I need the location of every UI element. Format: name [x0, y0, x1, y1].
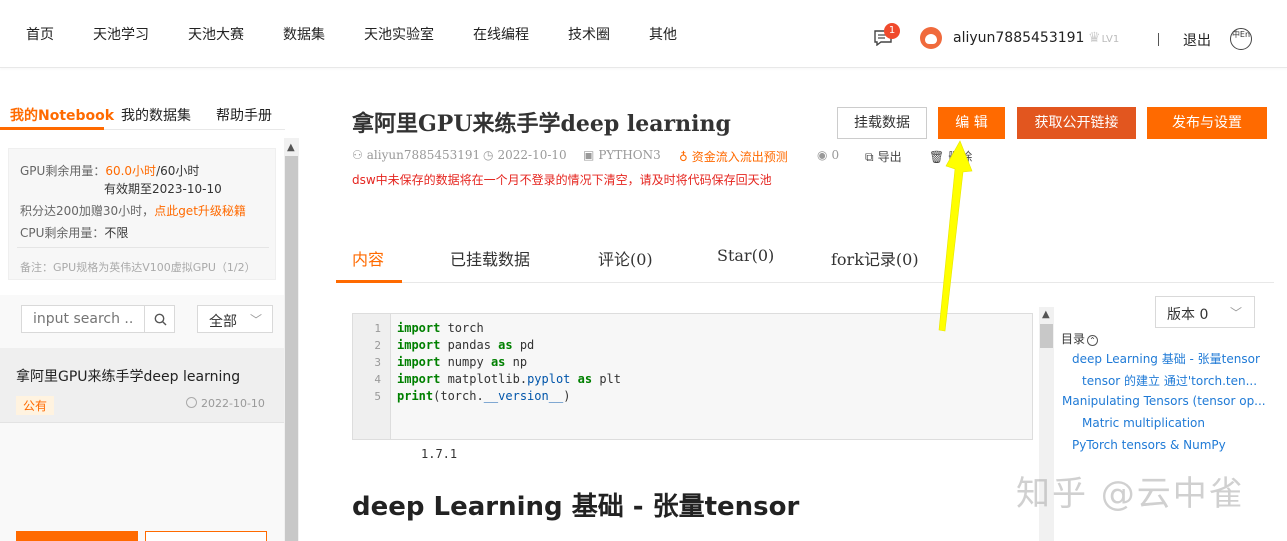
edit-button[interactable]: 编 辑 — [938, 107, 1005, 139]
scroll-up-icon[interactable]: ▲ — [1042, 309, 1050, 320]
trophy-icon: ♁ — [679, 150, 688, 164]
tab-content[interactable]: 内容 — [352, 246, 384, 270]
line-number: 1 — [374, 322, 381, 335]
sidebar-primary-button[interactable] — [16, 531, 138, 541]
nav-online-coding[interactable]: 在线编程 — [473, 24, 529, 44]
meta-competition-tag[interactable]: ♁ 资金流入流出预测 — [679, 148, 788, 165]
gpu-note: 备注：GPU规格为英伟达V100虚拟GPU（1/2） — [20, 261, 256, 274]
publish-settings-button[interactable]: 发布与设置 — [1147, 107, 1267, 139]
code-line[interactable]: print(torch.__version__) — [397, 389, 570, 403]
search-icon — [154, 313, 167, 326]
eye-icon: ◉ — [817, 148, 828, 162]
sidebar-tabs: 我的Notebook 我的数据集 帮助手册 — [0, 100, 285, 130]
clock-icon: ◷ — [483, 148, 494, 162]
gpu-expiry: 有效期至2023-10-10 — [104, 182, 222, 196]
top-navigation-bar: 首页 天池学习 天池大赛 数据集 天池实验室 在线编程 技术圈 其他 1 ali… — [0, 0, 1287, 68]
meta-date: ◷ 2022-10-10 — [483, 148, 567, 162]
username[interactable]: aliyun7885453191 — [953, 30, 1084, 46]
code-line[interactable]: import pandas as pd — [397, 338, 534, 352]
scrollbar-thumb[interactable] — [285, 156, 298, 541]
tab-mounted-data[interactable]: 已挂载数据 — [450, 246, 530, 270]
toc-item[interactable]: PyTorch tensors & NumPy — [1072, 438, 1226, 452]
collapse-icon[interactable]: ⌃ — [1087, 335, 1099, 346]
language-switch-icon[interactable]: 中En — [1230, 28, 1252, 50]
gpu-quota-panel: GPU剩余用量：60.0小时/60小时 有效期至2023-10-10 积分达20… — [8, 148, 276, 280]
sidebar-scrollbar[interactable]: ▲ — [284, 138, 299, 541]
unsaved-data-warning: dsw中未保存的数据将在一个月不登录的情况下清空，请及时将代码保存回天池 — [352, 173, 772, 187]
markdown-heading: deep Learning 基础 - 张量tensor — [352, 492, 800, 522]
avatar[interactable] — [920, 27, 942, 49]
notebook-tabs: 内容 已挂载数据 评论(0) Star(0) fork记录(0) — [336, 240, 1274, 283]
mount-data-button[interactable]: 挂载数据 — [837, 107, 927, 139]
line-number: 3 — [374, 356, 381, 369]
crown-icon: ♛ — [1088, 30, 1101, 46]
nav-other[interactable]: 其他 — [649, 24, 677, 44]
search-button[interactable] — [144, 305, 175, 333]
gpu-usage: GPU剩余用量：60.0小时/60小时 — [20, 164, 200, 178]
sidebar-secondary-button[interactable] — [145, 531, 267, 541]
tab-help-manual[interactable]: 帮助手册 — [216, 105, 272, 125]
nav-tianchi-learning[interactable]: 天池学习 — [93, 24, 149, 44]
logout-link[interactable]: 退出 — [1183, 30, 1211, 50]
cpu-usage: CPU剩余用量：不限 — [20, 226, 129, 240]
tab-fork-history[interactable]: fork记录(0) — [831, 246, 919, 270]
chevron-down-icon: ﹀ — [249, 313, 262, 327]
main-nav: 首页 天池学习 天池大赛 数据集 天池实验室 在线编程 技术圈 其他 — [26, 0, 677, 68]
delete-link[interactable]: 🗑 删除 — [929, 148, 972, 165]
line-number: 5 — [374, 390, 381, 403]
version-select[interactable]: 版本 0 ﹀ — [1155, 296, 1255, 328]
watermark: 知乎 @云中雀 — [1016, 474, 1245, 514]
panel-divider — [17, 247, 269, 248]
code-line[interactable]: import torch — [397, 321, 484, 335]
message-count-badge: 1 — [884, 23, 900, 39]
nav-tianchi-competition[interactable]: 天池大赛 — [188, 24, 244, 44]
notebook-item-date: 2022-10-10 — [186, 397, 265, 410]
active-tab-indicator — [0, 127, 104, 130]
meta-views: ◉ 0 — [817, 148, 840, 162]
nav-datasets[interactable]: 数据集 — [283, 24, 325, 44]
scrollbar-thumb[interactable] — [1040, 324, 1053, 348]
code-cell[interactable]: 1 2 3 4 5 import torch import pandas as pd imp… — [352, 313, 1033, 440]
export-icon: ⧉ — [865, 150, 874, 164]
export-link[interactable]: ⧉ 导出 — [865, 148, 902, 165]
toc-title[interactable]: 目录 ⌃ — [1061, 330, 1099, 347]
line-number: 4 — [374, 373, 381, 386]
nav-divider — [1158, 33, 1159, 46]
active-tab-indicator — [336, 280, 402, 283]
toc-item[interactable]: Matric multiplication — [1082, 416, 1205, 430]
upgrade-link[interactable]: 点此get升级秘籍 — [154, 204, 246, 218]
search-input[interactable] — [21, 305, 145, 333]
notebook-list-item[interactable]: 拿阿里GPU来练手学deep learning 公有 2022-10-10 — [0, 348, 284, 423]
nav-tianchi-lab[interactable]: 天池实验室 — [364, 24, 434, 44]
tab-my-datasets[interactable]: 我的数据集 — [121, 105, 191, 125]
tab-comments[interactable]: 评论(0) — [598, 246, 653, 270]
notebook-item-title[interactable]: 拿阿里GPU来练手学deep learning — [16, 366, 240, 386]
points-bonus: 积分达200加赠30小时，点此get升级秘籍 — [20, 204, 246, 218]
tab-star[interactable]: Star(0) — [717, 246, 774, 265]
meta-author: ⚇ aliyun7885453191 — [352, 148, 481, 162]
code-icon: ▣ — [583, 148, 595, 162]
toc-item[interactable]: tensor 的建立 通过'torch.ten... — [1082, 372, 1257, 389]
trash-icon: 🗑 — [929, 150, 945, 164]
meta-kernel: ▣ PYTHON3 — [583, 148, 661, 162]
public-badge: 公有 — [16, 396, 55, 415]
code-line[interactable]: import numpy as np — [397, 355, 527, 369]
notebook-title: 拿阿里GPU来练手学deep learning — [352, 111, 731, 137]
toc-item[interactable]: deep Learning 基础 - 张量tensor — [1072, 350, 1260, 367]
tab-my-notebook[interactable]: 我的Notebook — [10, 105, 114, 125]
user-icon: ⚇ — [352, 148, 363, 162]
scroll-up-icon[interactable]: ▲ — [287, 142, 295, 153]
line-number-gutter: 1 2 3 4 5 — [353, 314, 391, 439]
level-badge: ♛LV1 — [1088, 30, 1120, 46]
toc-item[interactable]: Manipulating Tensors (tensor op... — [1062, 394, 1266, 408]
line-number: 2 — [374, 339, 381, 352]
notebook-filter-select[interactable]: 全部 ﹀ — [197, 305, 273, 333]
nav-tech-circle[interactable]: 技术圈 — [568, 24, 610, 44]
clock-icon — [186, 397, 197, 408]
chevron-down-icon: ﹀ — [1229, 306, 1242, 320]
get-public-link-button[interactable]: 获取公开链接 — [1017, 107, 1136, 139]
nav-home[interactable]: 首页 — [26, 24, 54, 44]
code-line[interactable]: import matplotlib.pyplot as plt — [397, 372, 621, 386]
cell-output: 1.7.1 — [421, 447, 458, 461]
